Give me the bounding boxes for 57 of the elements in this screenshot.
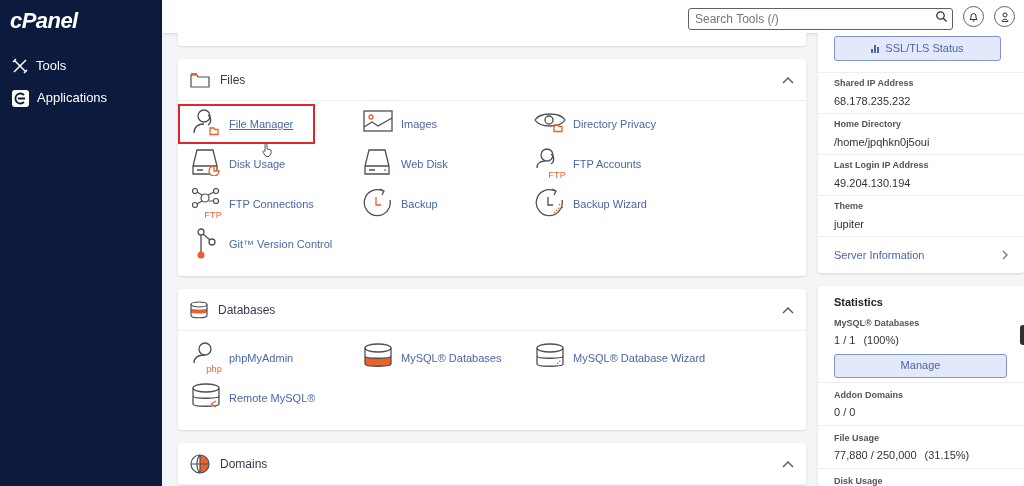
- logo: cPanel: [10, 7, 78, 35]
- field-label: Last Login IP Address: [834, 158, 930, 172]
- side-tab[interactable]: [1020, 325, 1024, 345]
- section-title: Files: [220, 71, 247, 89]
- manage-button[interactable]: Manage: [834, 353, 1007, 378]
- tools-icon: [12, 58, 28, 74]
- stat-label: Disk Usage: [834, 474, 884, 486]
- stat-label: Addon Domains: [834, 388, 904, 402]
- stat-value: 77,880 / 250,000: [834, 448, 917, 463]
- tool-link[interactable]: Git™ Version Control: [178, 224, 355, 264]
- hand-cursor-icon: [262, 143, 273, 157]
- server-info-link[interactable]: Server Information: [834, 246, 925, 264]
- bell-icon: [969, 11, 978, 22]
- field-label: Home Directory: [834, 117, 903, 131]
- field-value: jupiter: [834, 217, 865, 232]
- tool-link[interactable]: Backup Wizard: [522, 184, 669, 224]
- field-value: 49.204.130.194: [834, 176, 912, 191]
- bar-chart-icon: [871, 44, 881, 53]
- tool-link[interactable]: Images: [350, 104, 460, 144]
- globe-icon: [190, 453, 210, 474]
- stat-label: MySQL® Databases: [834, 316, 921, 330]
- user-icon: [1000, 11, 1009, 22]
- field-value: /home/jpqhkn0j5oui: [834, 135, 931, 150]
- stat-percent: (31.15%): [924, 448, 970, 463]
- collapse-icon[interactable]: [782, 75, 794, 84]
- tool-link[interactable]: File Manager: [178, 104, 316, 144]
- tool-link[interactable]: Web Disk: [350, 144, 470, 184]
- collapse-icon[interactable]: [782, 459, 794, 468]
- tool-link[interactable]: FTP FTP Connections: [178, 184, 336, 224]
- field-label: Theme: [834, 199, 864, 213]
- search-field[interactable]: Search Tools (/): [688, 7, 953, 30]
- section-title: Domains: [220, 455, 269, 473]
- tool-link[interactable]: Directory Privacy: [522, 104, 679, 144]
- stat-label: File Usage: [834, 431, 881, 445]
- tool-link[interactable]: php phpMyAdmin: [178, 338, 316, 378]
- tool-link[interactable]: Disk Usage: [178, 144, 308, 184]
- folder-icon: [190, 71, 210, 88]
- sidebar-item[interactable]: Applications: [0, 82, 162, 114]
- section-title: Databases: [218, 301, 277, 319]
- stat-value: 1 / 1: [834, 333, 856, 348]
- tool-link[interactable]: MySQL® Databases: [350, 338, 524, 378]
- ssl-status-button[interactable]: SSL/TLS Status: [834, 36, 1001, 61]
- field-value: 68.178.235.232: [834, 94, 912, 109]
- stat-percent: (100%): [863, 333, 899, 348]
- collapse-icon[interactable]: [782, 305, 794, 314]
- statistics-title: Statistics: [833, 295, 884, 310]
- sidebar-item[interactable]: Tools: [0, 50, 162, 82]
- tool-link[interactable]: FTP FTP Accounts: [522, 144, 664, 184]
- tool-link[interactable]: MySQL® Database Wizard: [522, 338, 728, 378]
- tool-link[interactable]: Remote MySQL®: [178, 378, 338, 418]
- field-label: Shared IP Address: [834, 76, 915, 90]
- tool-link[interactable]: Backup: [350, 184, 460, 224]
- search-icon[interactable]: [936, 11, 947, 22]
- stat-value: 0 / 0: [834, 405, 856, 420]
- chevron-right-icon[interactable]: [1002, 250, 1008, 260]
- apps-icon: [12, 89, 29, 107]
- database-icon: [190, 300, 208, 319]
